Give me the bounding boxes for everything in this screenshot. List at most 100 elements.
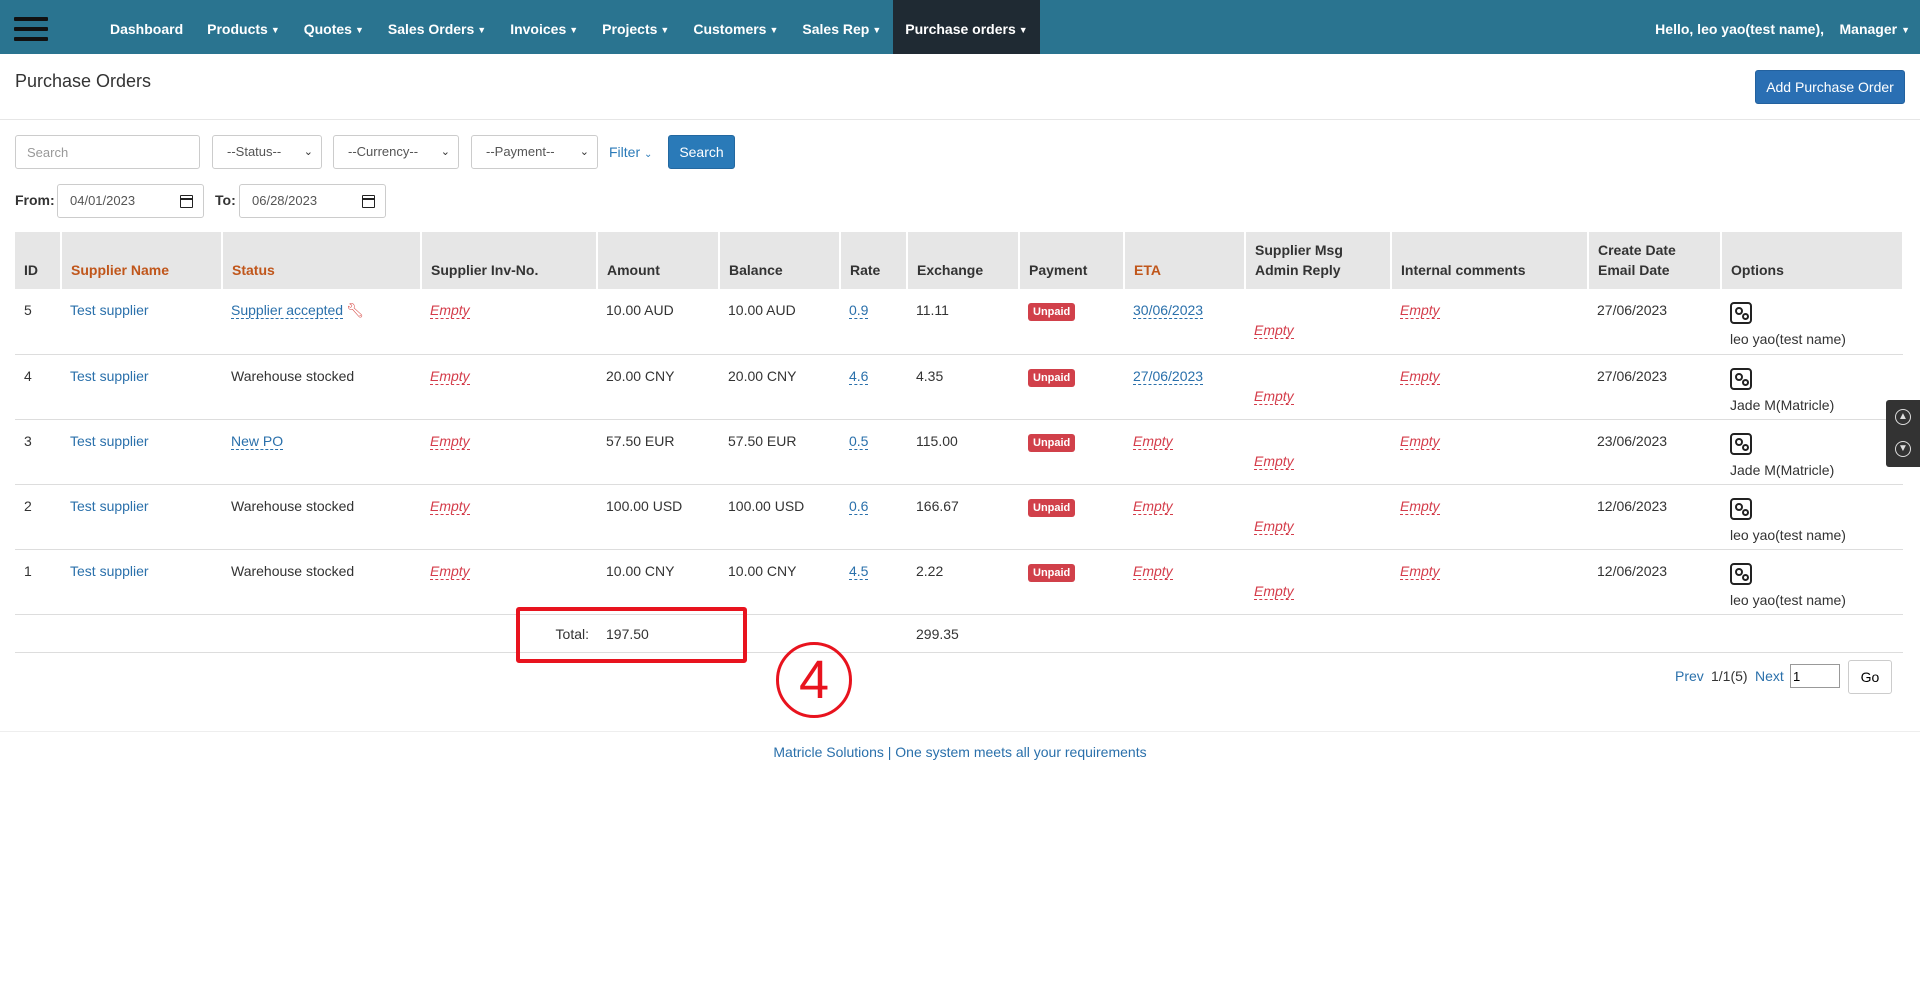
eta-editable[interactable]: Empty <box>1133 497 1173 515</box>
admin-reply-editable[interactable]: Empty <box>1254 453 1294 470</box>
currency-select[interactable]: --Currency-- ⌄ <box>333 135 459 169</box>
nav-item-purchase-orders[interactable]: Purchase orders ▼ <box>893 0 1040 54</box>
status-select[interactable]: --Status-- ⌄ <box>212 135 322 169</box>
create-date-value: 12/06/2023 <box>1597 497 1668 514</box>
table-row: 5 Test supplier Supplier accepted 🔧︎ Empty 10… <box>15 289 1903 355</box>
nav-item-projects[interactable]: Projects ▼ <box>590 0 681 54</box>
add-purchase-order-button[interactable]: Add Purchase Order <box>1755 70 1905 104</box>
internal-comment-editable[interactable]: Empty <box>1400 432 1440 450</box>
scroll-up-icon[interactable]: ▲ <box>1895 409 1911 425</box>
scroll-down-icon[interactable]: ▼ <box>1895 441 1911 457</box>
admin-reply-editable[interactable]: Empty <box>1254 518 1294 535</box>
header-eta[interactable]: ETA <box>1124 232 1246 289</box>
header-supplier-name[interactable]: Supplier Name <box>61 232 223 289</box>
nav-item-sales-orders[interactable]: Sales Orders ▼ <box>376 0 498 54</box>
nav-item-products[interactable]: Products ▼ <box>195 0 292 54</box>
nav-item-sales-rep[interactable]: Sales Rep ▼ <box>790 0 893 54</box>
next-page-link[interactable]: Next <box>1755 668 1784 684</box>
user-role-label: Manager <box>1839 21 1898 37</box>
admin-reply-editable[interactable]: Empty <box>1254 583 1294 600</box>
search-input[interactable] <box>15 135 200 169</box>
nav-item-dashboard[interactable]: Dashboard <box>98 0 195 54</box>
admin-reply-editable[interactable]: Empty <box>1254 388 1294 405</box>
inv-no-editable[interactable]: Empty <box>430 302 470 319</box>
header-options: Options <box>1721 232 1904 289</box>
cell-create-date: 12/06/2023 <box>1588 484 1721 550</box>
exchange-value: 115.00 <box>916 432 958 449</box>
cell-payment: Unpaid <box>1019 484 1124 550</box>
filter-toggle[interactable]: Filter ⌄ <box>609 144 652 160</box>
internal-comment-editable[interactable]: Empty <box>1400 367 1440 385</box>
nav-item-label: Sales Orders <box>387 21 475 37</box>
calendar-icon[interactable] <box>362 195 375 208</box>
nav-item-invoices[interactable]: Invoices ▼ <box>498 0 590 54</box>
purchase-orders-table: ID Supplier Name Status Supplier Inv-No.… <box>15 232 1904 653</box>
settings-gears-icon[interactable] <box>1730 562 1752 585</box>
rate-editable[interactable]: 4.6 <box>849 367 869 385</box>
wrench-icon[interactable]: 🔧︎ <box>346 302 364 318</box>
cell-rate: 0.6 <box>840 484 907 550</box>
user-role-dropdown[interactable]: Manager ▼ <box>1840 0 1911 59</box>
settings-gears-icon[interactable] <box>1730 497 1752 520</box>
calendar-icon[interactable] <box>180 195 193 208</box>
supplier-link[interactable]: Test supplier <box>70 563 149 579</box>
rate-editable[interactable]: 0.5 <box>849 432 869 450</box>
supplier-link[interactable]: Test supplier <box>70 302 149 318</box>
page-number-input[interactable] <box>1790 664 1840 688</box>
cell-supplier: Test supplier <box>61 289 222 355</box>
header-supplier-inv-no: Supplier Inv-No. <box>421 232 598 289</box>
inv-no-editable[interactable]: Empty <box>430 562 470 580</box>
cell-payment: Unpaid <box>1019 549 1124 615</box>
go-button[interactable]: Go <box>1848 660 1892 694</box>
search-button[interactable]: Search <box>668 135 735 169</box>
created-by-user: Jade M(Matricle) <box>1730 396 1835 413</box>
inv-no-editable[interactable]: Empty <box>430 367 470 385</box>
caret-down-icon: ▼ <box>769 25 779 35</box>
caret-down-icon: ▼ <box>1018 25 1028 35</box>
rate-editable[interactable]: 0.9 <box>849 302 869 319</box>
rate-editable[interactable]: 0.6 <box>849 497 869 515</box>
internal-comment-editable[interactable]: Empty <box>1400 562 1440 580</box>
total-empty-cell <box>1019 614 1903 653</box>
cell-rate: 4.6 <box>840 354 907 420</box>
prev-page-link[interactable]: Prev <box>1675 668 1704 684</box>
internal-comment-editable[interactable]: Empty <box>1400 302 1440 319</box>
supplier-link[interactable]: Test supplier <box>70 433 149 449</box>
created-by-user: Jade M(Matricle) <box>1730 461 1835 478</box>
amount-value: 10.00 CNY <box>606 562 675 579</box>
internal-comment-editable[interactable]: Empty <box>1400 497 1440 515</box>
nav-item-customers[interactable]: Customers ▼ <box>681 0 790 54</box>
admin-reply-editable[interactable]: Empty <box>1254 322 1294 339</box>
eta-editable[interactable]: Empty <box>1133 562 1173 580</box>
cell-amount: 100.00 USD <box>597 484 719 550</box>
settings-gears-icon[interactable] <box>1730 367 1752 390</box>
main-nav: Dashboard Products ▼ Quotes ▼ Sales Orders ▼ In… <box>98 0 1040 54</box>
cell-supplier: Test supplier <box>61 549 222 615</box>
table-row: 2 Test supplier Warehouse stocked Empty 100.… <box>15 484 1903 550</box>
menu-icon[interactable] <box>14 17 48 41</box>
status-editable[interactable]: Supplier accepted <box>231 302 344 319</box>
inv-no-editable[interactable]: Empty <box>430 432 470 450</box>
rate-editable[interactable]: 4.5 <box>849 562 869 580</box>
created-by-user: leo yao(test name) <box>1730 591 1846 608</box>
nav-item-quotes[interactable]: Quotes ▼ <box>292 0 376 54</box>
caret-down-icon: ▼ <box>872 25 882 35</box>
header-status[interactable]: Status <box>222 232 422 289</box>
footer-link[interactable]: Matricle Solutions | One system meets al… <box>0 744 1920 760</box>
id-value: 4 <box>24 367 32 384</box>
eta-editable[interactable]: 30/06/2023 <box>1133 302 1204 319</box>
eta-editable[interactable]: Empty <box>1133 432 1173 450</box>
payment-select[interactable]: --Payment-- ⌄ <box>471 135 598 169</box>
settings-gears-icon[interactable] <box>1730 432 1752 455</box>
to-date-input[interactable]: 06/28/2023 <box>239 184 386 218</box>
settings-gears-icon[interactable] <box>1730 302 1752 324</box>
cell-inv-no: Empty <box>421 549 597 615</box>
status-editable[interactable]: New PO <box>231 432 284 450</box>
from-date-input[interactable]: 04/01/2023 <box>57 184 204 218</box>
inv-no-editable[interactable]: Empty <box>430 497 470 515</box>
supplier-link[interactable]: Test supplier <box>70 498 149 514</box>
cell-exchange: 4.35 <box>907 354 1019 420</box>
cell-eta: 30/06/2023 <box>1124 289 1245 355</box>
eta-editable[interactable]: 27/06/2023 <box>1133 367 1204 385</box>
supplier-link[interactable]: Test supplier <box>70 368 149 384</box>
